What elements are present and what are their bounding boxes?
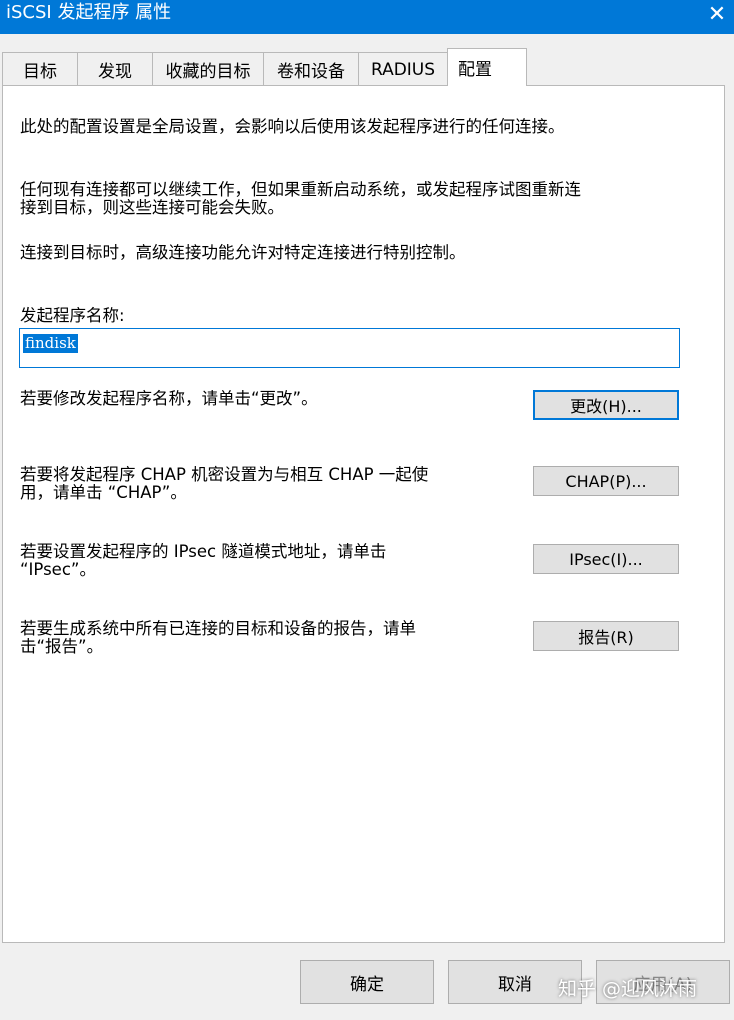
tab-favorite-targets[interactable]: 收藏的目标 xyxy=(152,52,264,86)
report-button[interactable]: 报告(R) xyxy=(533,621,679,651)
configuration-panel: 此处的配置设置是全局设置，会影响以后使用该发起程序进行的任何连接。 任何现有连接… xyxy=(2,85,725,943)
tab-configuration[interactable]: 配置 xyxy=(447,48,527,86)
ipsec-text-line2: “IPsec”。 xyxy=(20,560,96,579)
change-button[interactable]: 更改(H)... xyxy=(533,390,679,420)
intro-text: 此处的配置设置是全局设置，会影响以后使用该发起程序进行的任何连接。 xyxy=(20,117,565,136)
tab-discovery[interactable]: 发现 xyxy=(77,52,153,86)
window-title: iSCSI 发起程序 属性 xyxy=(6,2,172,23)
close-icon[interactable]: ✕ xyxy=(700,0,734,28)
chap-text-line2: 用，请单击 “CHAP”。 xyxy=(20,483,187,502)
ipsec-text-line1: 若要设置发起程序的 IPsec 隧道模式地址，请单击 xyxy=(20,542,387,561)
initiator-name-field[interactable]: findisk xyxy=(19,328,680,368)
tab-radius[interactable]: RADIUS xyxy=(358,52,448,86)
report-text-line1: 若要生成系统中所有已连接的目标和设备的报告，请单 xyxy=(20,619,416,638)
chap-button[interactable]: CHAP(P)... xyxy=(533,466,679,496)
tab-strip: 目标 发现 收藏的目标 卷和设备 RADIUS 配置 xyxy=(2,48,527,86)
existing-connections-text-line1: 任何现有连接都可以继续工作，但如果重新启动系统，或发起程序试图重新连 xyxy=(20,180,581,199)
ok-button[interactable]: 确定 xyxy=(300,960,434,1004)
watermark: 知乎 @迎风沐雨 xyxy=(558,978,698,1000)
tab-volumes-devices[interactable]: 卷和设备 xyxy=(263,52,359,86)
change-name-text: 若要修改发起程序名称，请单击“更改”。 xyxy=(20,389,318,408)
advanced-connection-text: 连接到目标时，高级连接功能允许对特定连接进行特别控制。 xyxy=(20,243,466,262)
title-bar: iSCSI 发起程序 属性 ✕ xyxy=(0,0,734,34)
initiator-name-value: findisk xyxy=(23,334,78,353)
ipsec-button[interactable]: IPsec(I)... xyxy=(533,544,679,574)
tab-targets[interactable]: 目标 xyxy=(2,52,78,86)
existing-connections-text-line2: 接到目标，则这些连接可能会失败。 xyxy=(20,198,284,217)
initiator-name-label: 发起程序名称: xyxy=(20,306,125,325)
chap-text-line1: 若要将发起程序 CHAP 机密设置为与相互 CHAP 一起使 xyxy=(20,465,429,484)
report-text-line2: 击“报告”。 xyxy=(20,637,104,656)
